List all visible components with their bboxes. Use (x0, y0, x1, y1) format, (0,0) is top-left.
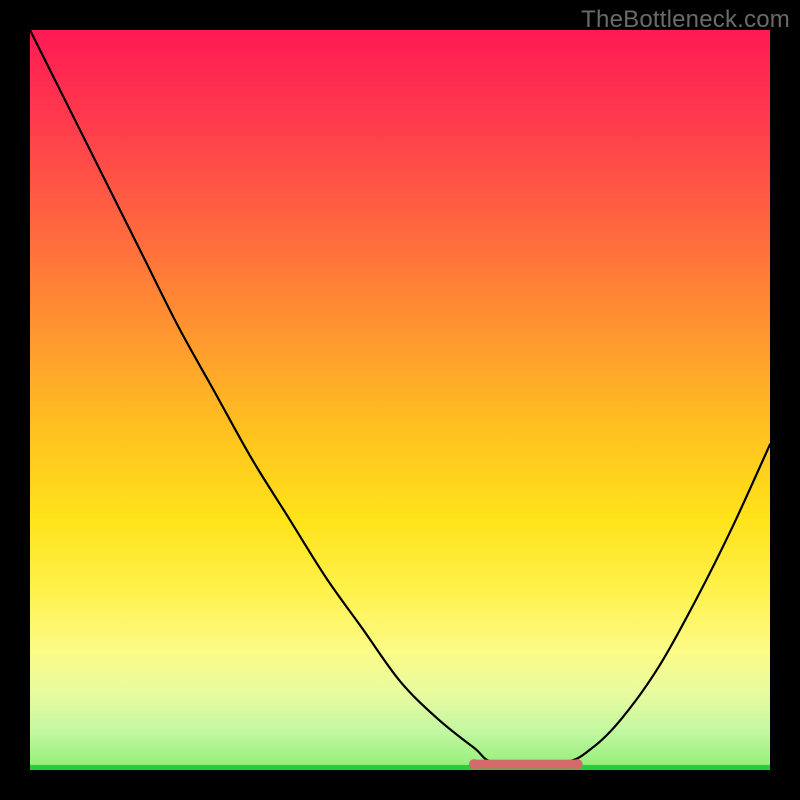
bottleneck-curve (30, 30, 770, 764)
valley-dot-left (469, 759, 479, 769)
plot-area (30, 30, 770, 770)
curve-svg (30, 30, 770, 770)
chart-frame: TheBottleneck.com (0, 0, 800, 800)
watermark-text: TheBottleneck.com (581, 6, 790, 34)
valley-dot-right (573, 759, 583, 769)
